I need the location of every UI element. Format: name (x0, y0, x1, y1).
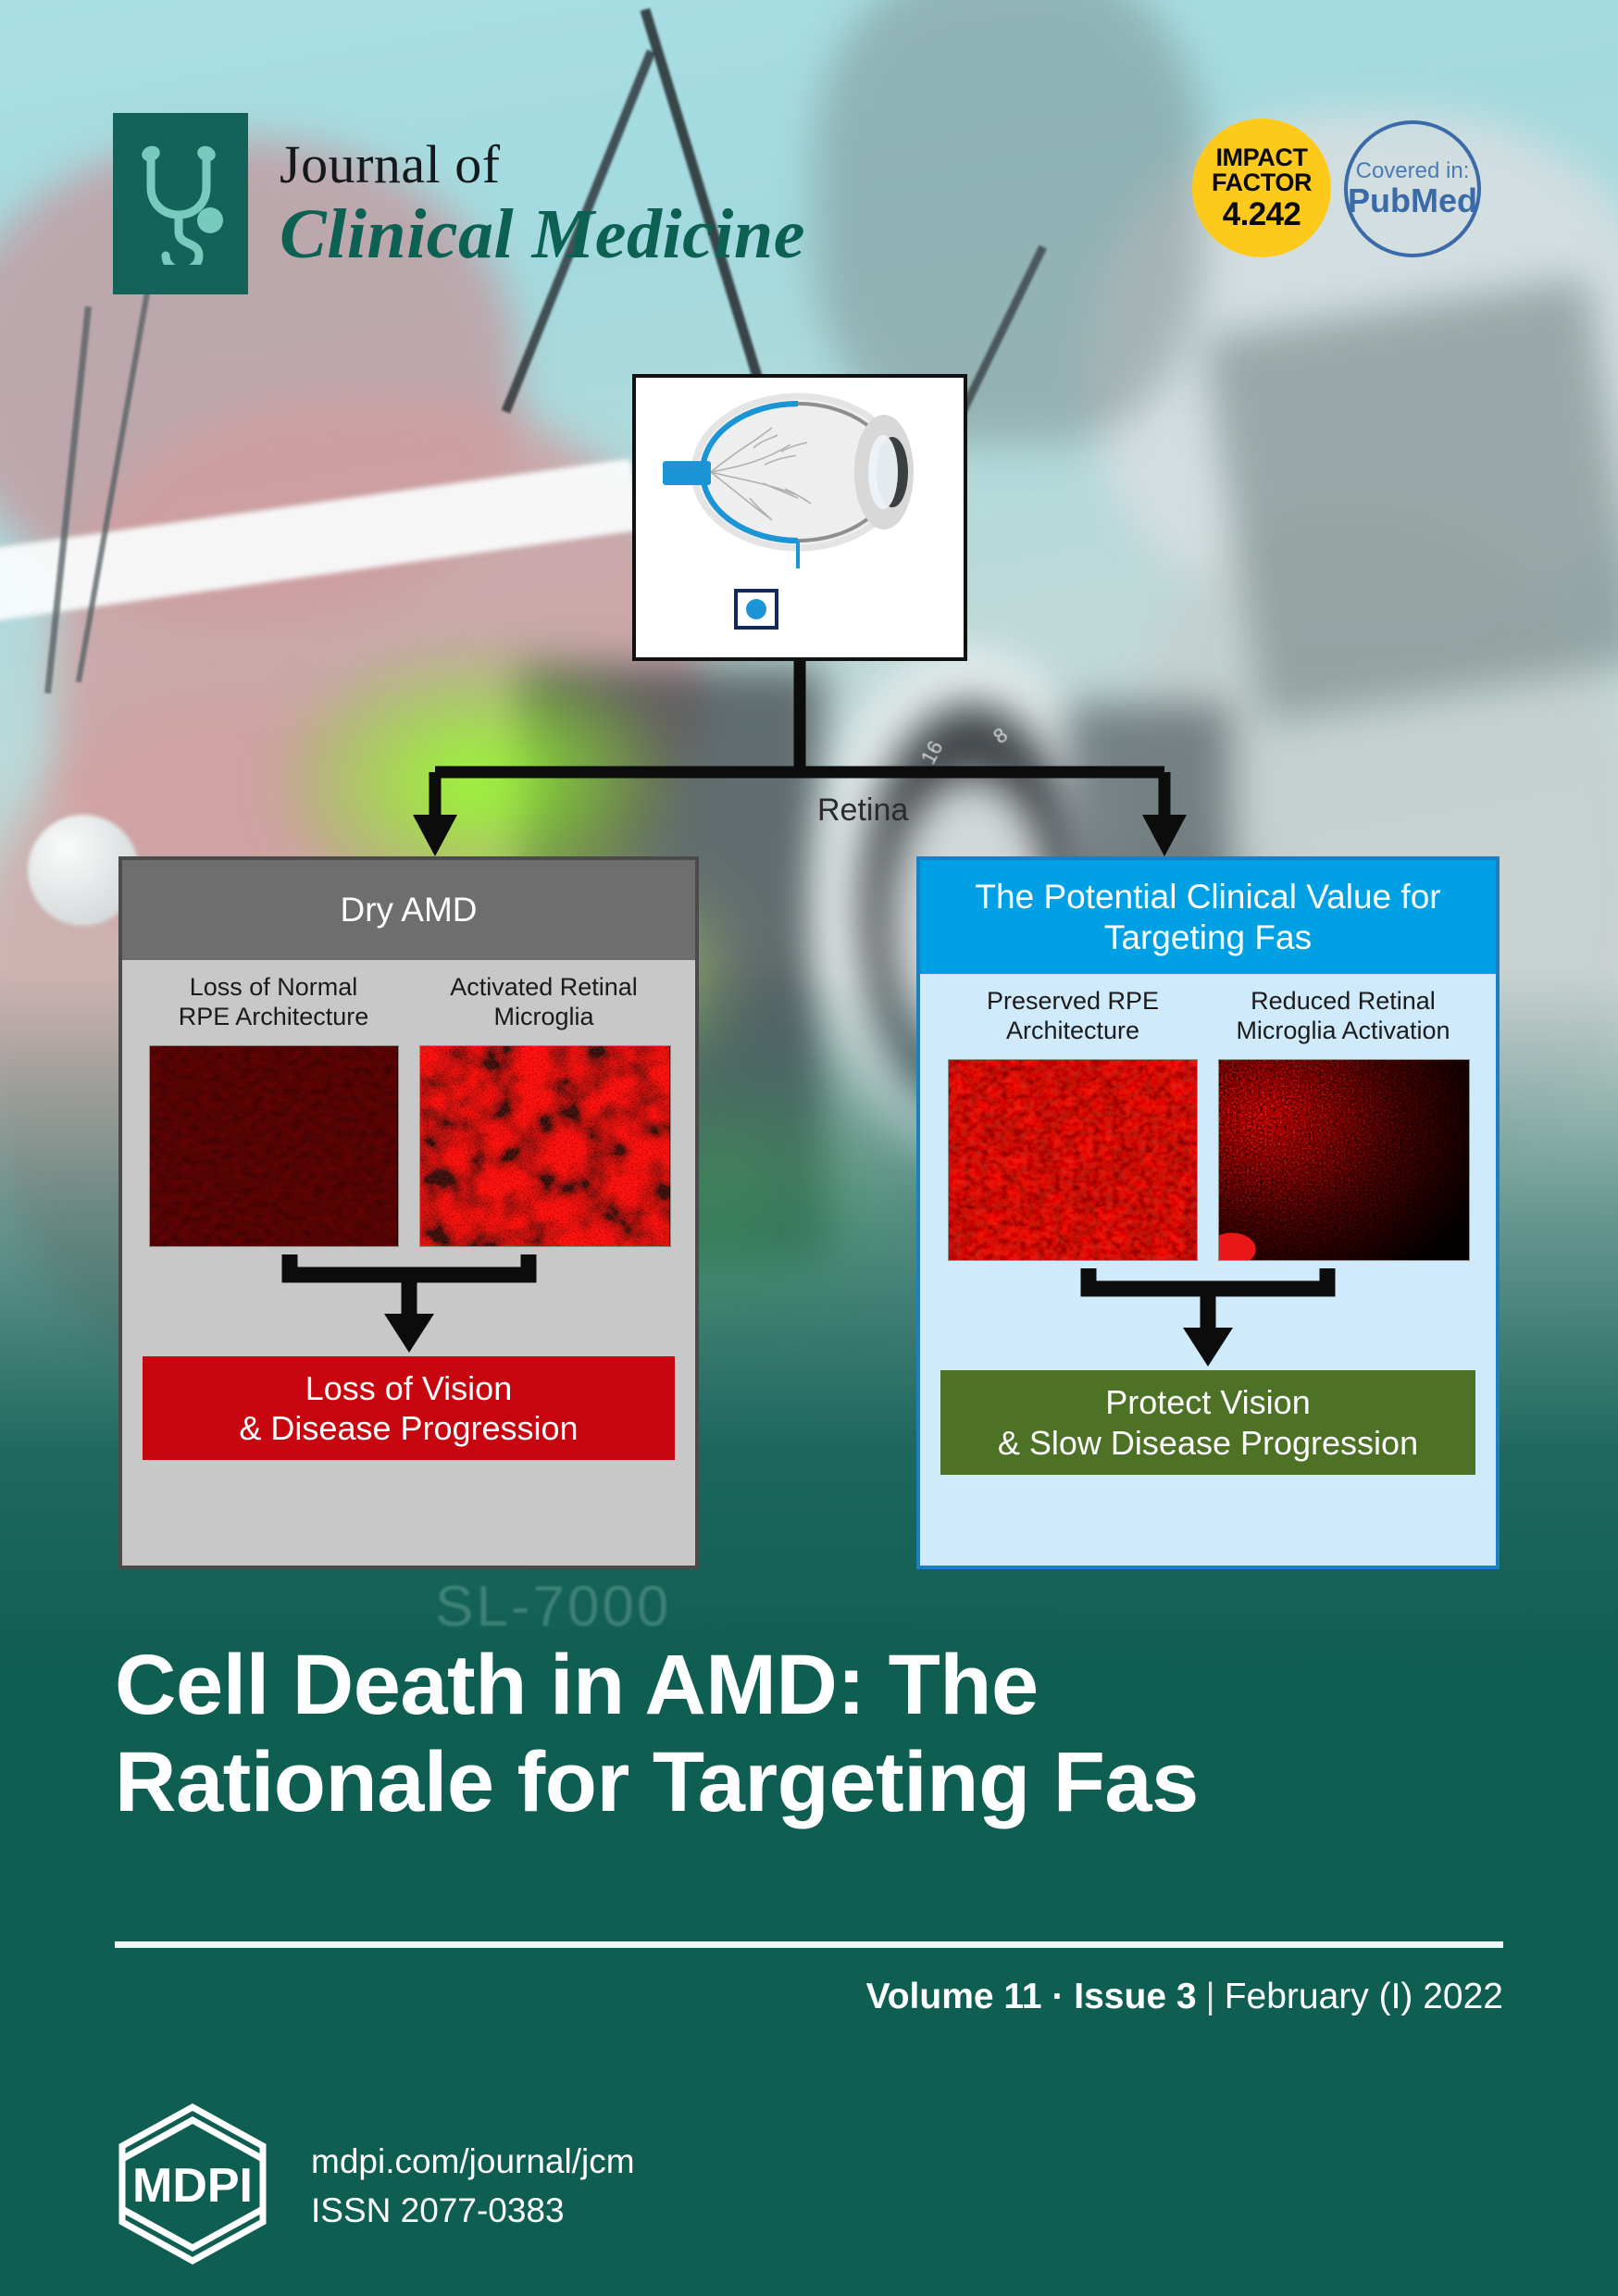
footer-issn: ISSN 2077-0383 (311, 2190, 565, 2229)
svg-text:MDPI: MDPI (132, 2159, 253, 2213)
masthead: Journal of Clinical Medicine (113, 113, 805, 294)
impact-factor-value: 4.242 (1222, 195, 1301, 232)
cover-title: Cell Death in AMD: The Rationale for Tar… (115, 1637, 1466, 1831)
retina-marker-icon (734, 589, 778, 630)
mdpi-logo-icon: MDPI (115, 2102, 270, 2271)
eye-diagram-box: Retina (632, 374, 967, 828)
figure-caption: Microglia (493, 1002, 594, 1030)
figure-caption: Activated Retinal (450, 972, 638, 1001)
panel-targeting-fas-header: The Potential Clinical Value for Targeti… (920, 860, 1496, 975)
background-watermark: SL-7000 (435, 1575, 672, 1639)
cover-title-line1: Cell Death in AMD: The (115, 1638, 1039, 1732)
journal-logo (113, 113, 248, 294)
footer: MDPI mdpi.com/journal/jcm ISSN 2077-0383 (115, 2102, 635, 2271)
retina-label: Retina (817, 792, 909, 828)
figure-caption: Microglia Activation (1236, 1017, 1450, 1045)
impact-factor-line1: IMPACT (1215, 143, 1308, 171)
bracket-connector-right (940, 1261, 1475, 1370)
pubmed-label: Covered in: (1355, 158, 1470, 183)
figure-group: Activated Retinal Microglia (418, 972, 671, 1247)
figure-group: Preserved RPE Architecture (948, 987, 1198, 1262)
micrograph-microglia-treated (1218, 1059, 1470, 1262)
outcome-line2: & Disease Progression (239, 1408, 579, 1447)
figure-caption: Loss of Normal (189, 972, 358, 1001)
issue-line: Volume 11 · Issue 3 | February (I) 2022 (866, 1977, 1503, 2017)
outcome-targeting-fas: Protect Vision & Slow Disease Progressio… (940, 1370, 1475, 1475)
figure-caption: Architecture (1005, 1017, 1140, 1045)
pubmed-database: PubMed (1348, 181, 1477, 220)
panel-header-line2: Targeting Fas (1103, 917, 1313, 956)
micrograph-rpe-treated (948, 1059, 1198, 1262)
pubmed-badge: Covered in: PubMed (1344, 120, 1481, 257)
figure-caption: RPE Architecture (178, 1002, 369, 1030)
divider-rule (115, 1941, 1503, 1948)
outcome-line1: Protect Vision (1105, 1383, 1311, 1422)
figure-group: Loss of Normal RPE Architecture (148, 972, 399, 1247)
micrograph-rpe-dry (148, 1044, 399, 1247)
micrograph-microglia-dry (418, 1044, 671, 1247)
panel-targeting-fas: The Potential Clinical Value for Targeti… (916, 856, 1500, 1569)
journal-title-line1: Journal of (280, 134, 501, 194)
issue-separator: | (1205, 1977, 1215, 2016)
impact-factor-badge: IMPACT FACTOR 4.242 (1192, 119, 1331, 257)
footer-url[interactable]: mdpi.com/journal/jcm (311, 2138, 635, 2187)
bracket-connector-left (143, 1247, 675, 1356)
journal-title-line2: Clinical Medicine (280, 195, 805, 273)
figure-caption: Reduced Retinal (1251, 987, 1436, 1016)
panel-dry-amd-header: Dry AMD (122, 860, 695, 960)
issue-date: February (I) 2022 (1224, 1977, 1503, 2016)
panel-header-line1: The Potential Clinical Value for (975, 878, 1441, 916)
figure-caption: Preserved RPE (986, 987, 1160, 1016)
outcome-line2: & Slow Disease Progression (997, 1423, 1419, 1462)
impact-factor-line2: FACTOR (1211, 168, 1313, 197)
journal-cover: 16 8 10 SL-7000 Journal of Clinical Medi… (0, 0, 1618, 2296)
outcome-dry-amd: Loss of Vision & Disease Progression (143, 1355, 675, 1461)
figure-group: Reduced Retinal Microglia Activation (1218, 987, 1470, 1262)
eye-anatomy-icon (663, 393, 914, 568)
outcome-line1: Loss of Vision (305, 1368, 513, 1407)
panel-dry-amd: Dry AMD Loss of Normal RPE Architecture (118, 856, 699, 1569)
issue-volume: Volume 11 · Issue 3 (865, 1977, 1197, 2016)
cover-title-line2: Rationale for Targeting Fas (115, 1734, 1199, 1829)
